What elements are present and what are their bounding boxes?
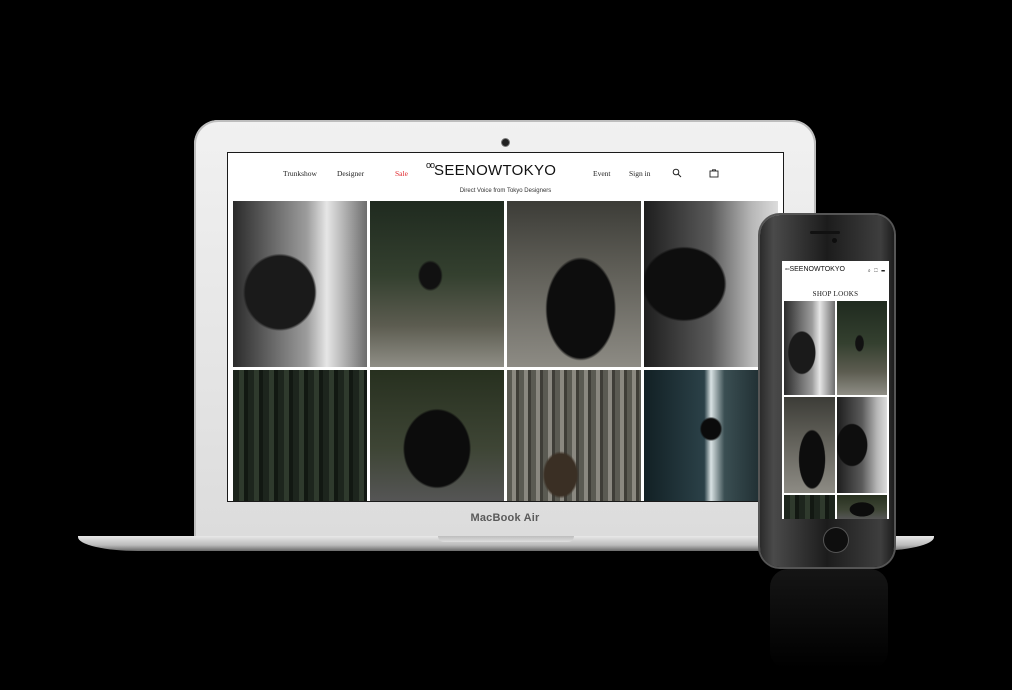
- phone-lookbook-photo[interactable]: [837, 397, 887, 493]
- lookbook-photo[interactable]: [507, 201, 641, 367]
- phone-lookbook-photo[interactable]: [784, 397, 835, 493]
- phone-header-icons[interactable]: ⌕ ⬚ ☰: [868, 268, 886, 274]
- laptop-camera: [502, 139, 509, 146]
- phone-camera: [832, 238, 837, 243]
- lookbook-photo[interactable]: [233, 201, 367, 367]
- site-logo[interactable]: ooSEENOWTOKYO: [426, 160, 557, 179]
- site-tagline: Direct Voice from Tokyo Designers: [459, 188, 552, 194]
- phone-page-title: SHOP LOOKS: [812, 290, 859, 298]
- lookbook-photo[interactable]: [644, 201, 778, 367]
- phone-lookbook-photo[interactable]: [784, 301, 835, 395]
- phone-lookbook-photo[interactable]: [837, 495, 887, 519]
- search-icon[interactable]: [672, 168, 682, 178]
- phone-site-logo[interactable]: ooSEENOWTOKYO: [785, 266, 845, 273]
- phone-home-button[interactable]: [824, 528, 848, 552]
- laptop-screen: Trunkshow Designer Sale ooSEENOWTOKYO Ev…: [227, 152, 784, 502]
- lookbook-photo[interactable]: [370, 370, 504, 501]
- nav-signin[interactable]: Sign in: [629, 169, 650, 178]
- site-header: Trunkshow Designer Sale ooSEENOWTOKYO Ev…: [228, 153, 783, 200]
- phone-lookbook-photo[interactable]: [837, 301, 887, 395]
- laptop-brand-label: MacBook Air: [470, 512, 540, 524]
- nav-sale[interactable]: Sale: [395, 169, 408, 178]
- logo-text: SEENOWTOKYO: [434, 162, 557, 179]
- phone-screen: ooSEENOWTOKYO ⌕ ⬚ ☰ SHOP LOOKS: [782, 261, 889, 519]
- phone-lookbook-photo[interactable]: [784, 495, 835, 519]
- nav-designer[interactable]: Designer: [337, 169, 364, 178]
- phone-speaker: [810, 231, 840, 234]
- bag-icon[interactable]: [709, 168, 719, 178]
- logo-mark: oo: [426, 160, 435, 170]
- phone-logo-text: SEENOWTOKYO: [789, 266, 845, 273]
- nav-event[interactable]: Event: [593, 169, 611, 178]
- nav-trunkshow[interactable]: Trunkshow: [283, 169, 317, 178]
- lookbook-photo[interactable]: [233, 370, 367, 501]
- laptop-hinge-notch: [438, 536, 574, 542]
- phone-reflection: [770, 569, 888, 669]
- lookbook-photo[interactable]: [507, 370, 641, 501]
- lookbook-photo[interactable]: [644, 370, 778, 501]
- lookbook-photo[interactable]: [370, 201, 504, 367]
